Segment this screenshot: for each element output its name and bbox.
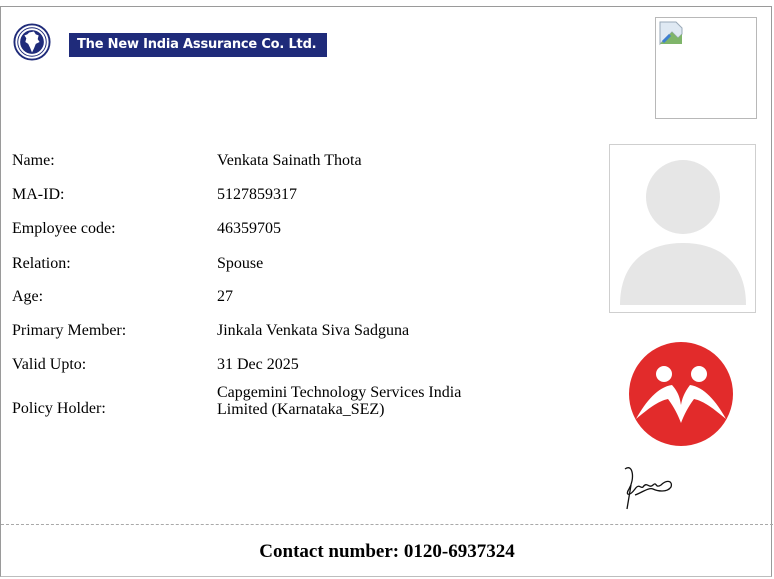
detail-label: Age:	[12, 288, 44, 305]
detail-label: MA-ID:	[12, 186, 65, 203]
detail-label: Employee code:	[12, 220, 116, 237]
policy-holder-line1: Capgemini Technology Services India	[217, 384, 462, 401]
insurer-name-banner: The New India Assurance Co. Ltd.	[69, 33, 327, 57]
detail-value: Spouse	[217, 255, 264, 272]
detail-value: 27	[217, 288, 233, 305]
health-id-card: The New India Assurance Co. Ltd. Name: V…	[0, 6, 773, 577]
detail-value: 31 Dec 2025	[217, 356, 299, 373]
detail-label: Policy Holder:	[12, 400, 106, 417]
detail-value: 46359705	[217, 220, 281, 237]
detail-value: Venkata Sainath Thota	[217, 152, 362, 169]
detail-value: Jinkala Venkata Siva Sadguna	[217, 322, 410, 339]
insurer-logo: The New India Assurance Co. Ltd.	[11, 21, 327, 65]
detail-label: Valid Upto:	[12, 356, 87, 373]
detail-label: Relation:	[12, 255, 71, 272]
contact-number: Contact number: 0120-6937324	[259, 541, 515, 562]
detail-value: 5127859317	[217, 186, 297, 203]
policy-holder-line2: Limited (Karnataka_SEZ)	[217, 401, 385, 418]
card-photo-placeholder	[655, 17, 757, 119]
member-avatar	[609, 144, 756, 313]
detail-label: Primary Member:	[12, 322, 127, 339]
insurer-emblem-icon	[13, 23, 51, 61]
signature-icon	[624, 467, 673, 510]
detail-label: Name:	[12, 152, 55, 169]
brand-mark-icon	[629, 342, 733, 446]
card-divider	[1, 524, 773, 525]
broken-image-icon	[659, 21, 683, 46]
detail-value: Capgemini Technology Services India Limi…	[217, 384, 537, 418]
user-avatar-icon	[620, 160, 746, 305]
